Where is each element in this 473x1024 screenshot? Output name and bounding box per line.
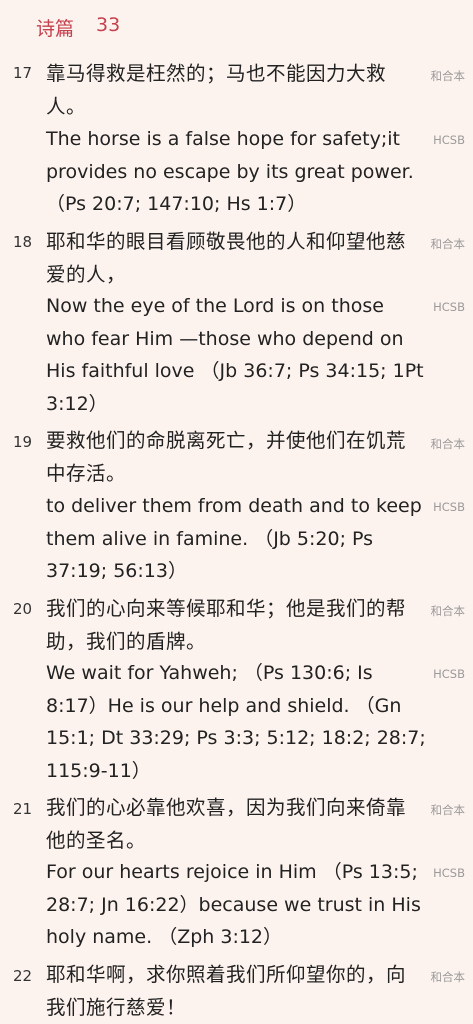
verse-text-en[interactable]: For our hearts rejoice in Him （Ps 13:5; … — [46, 856, 426, 954]
version-tag-cuv[interactable]: 和合本 — [431, 969, 466, 985]
version-tag-cuv[interactable]: 和合本 — [431, 236, 466, 252]
version-tag-hcsb[interactable]: HCSB — [433, 500, 465, 514]
verse-text-cn[interactable]: 要救他们的命脱离死亡，并使他们在饥荒中存活。 — [46, 425, 414, 490]
version-tag-hcsb[interactable]: HCSB — [433, 133, 465, 147]
version-tag-cuv[interactable]: 和合本 — [431, 68, 466, 84]
version-tag-cuv[interactable]: 和合本 — [431, 603, 466, 619]
version-tag-hcsb[interactable]: HCSB — [433, 667, 465, 681]
version-tag-cuv[interactable]: 和合本 — [431, 802, 466, 818]
verse-text-cn[interactable]: 我们的心向来等候耶和华；他是我们的帮助，我们的盾牌。 — [46, 593, 414, 658]
chapter-header: 诗篇 33 — [0, 0, 473, 54]
verse-text-cn[interactable]: 耶和华啊，求你照着我们所仰望你的，向我们施行慈爱！ — [46, 959, 414, 1024]
chapter-number[interactable]: 33 — [96, 14, 120, 36]
verse-text-cn[interactable]: 我们的心必靠他欢喜，因为我们向来倚靠他的圣名。 — [46, 792, 414, 857]
version-tag-cuv[interactable]: 和合本 — [431, 436, 466, 452]
verse-text-en[interactable]: Now the eye of the Lord is on those who … — [46, 290, 426, 420]
verse-text-cn[interactable]: 耶和华的眼目看顾敬畏他的人和仰望他慈爱的人， — [46, 226, 414, 291]
verse-text-en[interactable]: The horse is a false hope for safety;it … — [46, 123, 426, 221]
verse-text-en[interactable]: to deliver them from death and to keep t… — [46, 490, 426, 588]
verse-number: 19 — [13, 433, 33, 451]
version-tag-hcsb[interactable]: HCSB — [433, 300, 465, 314]
verse-number: 18 — [13, 233, 33, 251]
verse-number: 21 — [13, 800, 33, 818]
verse-number: 22 — [13, 967, 33, 985]
verse-text-cn[interactable]: 靠马得救是枉然的；马也不能因力大救人。 — [46, 58, 414, 123]
version-tag-hcsb[interactable]: HCSB — [433, 866, 465, 880]
book-name[interactable]: 诗篇 — [36, 14, 74, 41]
verse-number: 17 — [13, 64, 33, 82]
verse-text-en[interactable]: We wait for Yahweh; （Ps 130:6; Is 8:17）H… — [46, 657, 426, 787]
verse-number: 20 — [13, 600, 33, 618]
